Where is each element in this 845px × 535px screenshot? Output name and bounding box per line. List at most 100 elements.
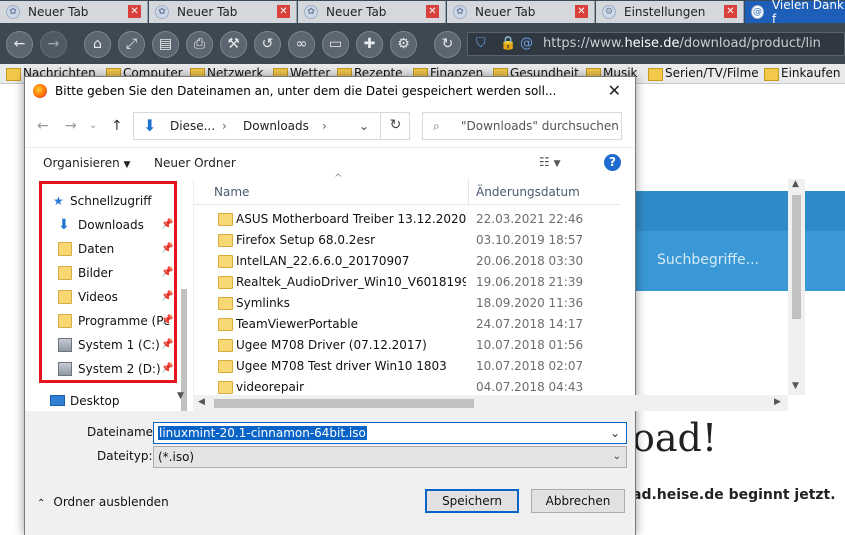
nav-item-desktop[interactable]: Desktop [25, 389, 193, 413]
organize-label: Organisieren [43, 156, 120, 170]
scroll-up-icon[interactable]: ▲ [792, 179, 799, 189]
reader-view-icon[interactable]: ▤ [152, 31, 179, 58]
scroll-left-icon[interactable]: ◀ [198, 397, 205, 407]
folder-icon [218, 381, 233, 394]
url-bar[interactable]: ⛉ 🔒 @ https://www.heise.de/download/prod… [467, 32, 845, 56]
file-row[interactable]: ASUS Motherboard Treiber 13.12.2020 22.03… [194, 209, 620, 230]
browser-tab-settings[interactable]: ⚙ Einstellungen ✕ [596, 1, 744, 23]
back-arrow-icon[interactable]: ← [37, 118, 49, 134]
folder-icon [218, 234, 233, 247]
page-headline: oad! [632, 416, 718, 460]
breadcrumb-current[interactable]: Downloads [243, 113, 309, 139]
home-icon[interactable]: ⌂ [84, 31, 111, 58]
save-file-dialog: Bitte geben Sie den Dateinamen an, unter… [24, 76, 805, 535]
search-placeholder: "Downloads" durchsuchen [461, 119, 619, 133]
gear-icon: ⚙ [602, 5, 616, 19]
fullscreen-icon[interactable]: ⤢ [118, 31, 145, 58]
file-row[interactable]: Ugee M708 Driver (07.12.2017) 10.07.2018 … [194, 335, 620, 356]
browser-tab[interactable]: ✿ Neuer Tab ✕ [149, 1, 297, 23]
close-tab-icon[interactable]: ✕ [128, 5, 141, 18]
forward-arrow-icon[interactable]: → [40, 31, 67, 58]
horizontal-scroll-thumb[interactable] [214, 399, 474, 408]
new-folder-button[interactable]: Neuer Ordner [154, 156, 236, 170]
history-icon[interactable]: ↺ [254, 31, 281, 58]
breadcrumb[interactable]: ⬇ Diese... › Downloads › ⌄ [133, 112, 410, 140]
vertical-scroll-thumb[interactable] [792, 195, 801, 319]
file-date: 24.07.2018 14:17 [476, 317, 584, 331]
filename-label: Dateiname: [87, 425, 158, 439]
folder-search-input[interactable]: ⌕ "Downloads" durchsuchen [422, 112, 622, 140]
private-mode-icon[interactable]: ∞ [288, 31, 315, 58]
tab-label: Neuer Tab [28, 5, 89, 19]
scroll-right-icon[interactable]: ▶ [774, 397, 781, 407]
save-button[interactable]: Speichern [425, 489, 519, 513]
file-row[interactable]: Symlinks 18.09.2020 11:36 [194, 293, 620, 314]
help-icon[interactable]: ? [604, 154, 621, 171]
file-row[interactable]: Firefox Setup 68.0.2esr 03.10.2019 18:57 [194, 230, 620, 251]
hide-folders-label: Ordner ausblenden [53, 495, 169, 509]
column-divider[interactable] [468, 179, 469, 205]
file-row[interactable]: Realtek_AudioDriver_Win10_V6018199_20...… [194, 272, 620, 293]
browser-tab[interactable]: ✿ Neuer Tab ✕ [0, 1, 148, 23]
page-search-input[interactable]: Suchbegriffe... [648, 241, 845, 279]
bookmark-folder[interactable]: Serien/TV/Filme [648, 66, 759, 81]
column-header-date[interactable]: Änderungsdatum [476, 185, 580, 199]
close-tab-icon[interactable]: ✕ [277, 5, 290, 18]
tab-label: Einstellungen [624, 5, 706, 19]
filetype-select[interactable]: (*.iso) ⌄ [153, 446, 627, 468]
file-date: 22.03.2021 22:46 [476, 212, 584, 226]
chevron-right-icon: › [322, 119, 327, 133]
dialog-toolbar: Organisieren ▼ Neuer Ordner ☷ ▼ ? [25, 147, 635, 179]
view-list-icon: ☷ [539, 155, 550, 169]
chevron-right-icon: › [222, 119, 227, 133]
chevron-down-icon[interactable]: ⌄ [89, 120, 97, 131]
file-row[interactable]: Ugee M708 Test driver Win10 1803 10.07.20… [194, 356, 620, 377]
file-row[interactable]: TeamViewerPortable 24.07.2018 14:17 [194, 314, 620, 335]
forward-arrow-icon[interactable]: → [65, 118, 77, 134]
column-header-name[interactable]: Name [214, 185, 249, 199]
breadcrumb-root[interactable]: Diese... [170, 113, 215, 139]
settings-gear-icon[interactable]: ⚙ [390, 31, 417, 58]
file-name: Ugee M708 Test driver Win10 1803 [236, 359, 447, 373]
print-icon[interactable]: ⎙ [186, 31, 213, 58]
filename-input[interactable]: linuxmint-20.1-cinnamon-64bit.iso ⌄ [153, 422, 627, 444]
url-prefix: https://www. [543, 36, 625, 51]
organize-button[interactable]: Organisieren ▼ [43, 156, 130, 170]
view-options-button[interactable]: ☷ ▼ [539, 155, 561, 169]
folder-icon [218, 339, 233, 352]
sidebar-icon[interactable]: ▭ [322, 31, 349, 58]
wrench-icon[interactable]: ⚒ [220, 31, 247, 58]
download-arrow-icon: ⬇ [143, 116, 157, 135]
folder-icon [218, 297, 233, 310]
scroll-down-icon[interactable]: ▼ [792, 381, 799, 391]
bookmark-folder[interactable]: Einkaufen [764, 66, 840, 81]
tab-favicon-icon: ✿ [453, 5, 467, 19]
hide-folders-toggle[interactable]: ⌃ Ordner ausblenden [37, 495, 169, 509]
sort-caret-icon: ^ [334, 173, 343, 184]
path-dropdown-icon[interactable]: ⌄ [359, 113, 369, 139]
tab-favicon-icon: ✿ [155, 5, 169, 19]
extensions-icon[interactable]: ✚ [356, 31, 383, 58]
close-tab-icon[interactable]: ✕ [724, 5, 737, 18]
file-row[interactable]: videorepair 04.07.2018 04:43 [194, 377, 620, 395]
file-name: Firefox Setup 68.0.2esr [236, 233, 376, 247]
folder-icon [218, 318, 233, 331]
refresh-icon[interactable]: ↻ [380, 112, 410, 140]
close-tab-icon[interactable]: ✕ [575, 5, 588, 18]
file-row[interactable]: IntelLAN_22.6.6.0_20170907 20.06.2018 03:… [194, 251, 620, 272]
browser-tab-active[interactable]: @ Vielen Dank f [745, 0, 845, 26]
close-tab-icon[interactable]: ✕ [426, 5, 439, 18]
close-icon[interactable]: ✕ [608, 77, 621, 105]
chevron-down-icon[interactable]: ⌄ [609, 426, 621, 440]
cancel-button[interactable]: Abbrechen [531, 489, 625, 513]
back-arrow-icon[interactable]: ← [6, 31, 33, 58]
reload-icon[interactable]: ↻ [434, 31, 461, 58]
browser-tab[interactable]: ✿ Neuer Tab ✕ [447, 1, 595, 23]
browser-tab[interactable]: ✿ Neuer Tab ✕ [298, 1, 446, 23]
up-arrow-icon[interactable]: ↑ [111, 118, 123, 134]
folder-icon [218, 360, 233, 373]
firefox-logo-icon [33, 84, 47, 98]
filetype-label: Dateityp: [97, 449, 153, 463]
shield-icon: ⛉ [476, 36, 486, 51]
scroll-down-icon[interactable]: ▼ [177, 391, 184, 401]
